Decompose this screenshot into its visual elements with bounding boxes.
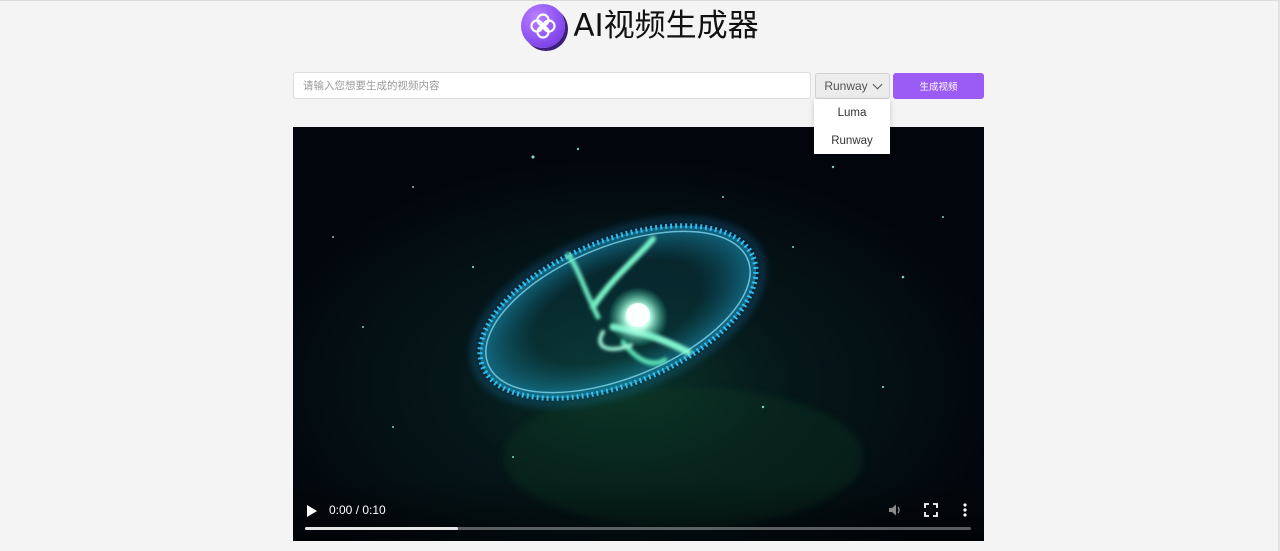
header: AI视频生成器 — [0, 3, 1280, 49]
page-title: AI视频生成器 — [573, 7, 759, 44]
play-icon[interactable] — [305, 503, 319, 519]
clover-logo-icon — [521, 4, 566, 48]
more-options-icon[interactable] — [961, 502, 969, 518]
video-controls: 0:00 / 0:10 — [293, 481, 984, 541]
jellyfish-video-frame — [293, 127, 984, 541]
model-option-luma[interactable]: Luma — [814, 99, 890, 127]
generate-video-button[interactable]: 生成视频 — [893, 73, 984, 99]
volume-icon[interactable] — [887, 502, 903, 518]
model-option-runway[interactable]: Runway — [814, 127, 890, 155]
chevron-down-icon — [872, 79, 883, 89]
video-player[interactable]: 0:00 / 0:10 — [293, 127, 984, 541]
video-progress-bar[interactable] — [305, 527, 971, 530]
fullscreen-icon[interactable] — [924, 503, 938, 517]
prompt-input[interactable] — [293, 72, 811, 99]
video-progress-fill — [305, 527, 459, 530]
time-display: 0:00 / 0:10 — [329, 503, 386, 517]
model-dropdown-menu: Luma Runway — [814, 99, 890, 154]
model-select[interactable]: Runway — [815, 73, 890, 99]
page: AI视频生成器 Runway 生成视频 Luma Runway — [0, 0, 1280, 551]
model-select-value: Runway — [824, 79, 868, 93]
